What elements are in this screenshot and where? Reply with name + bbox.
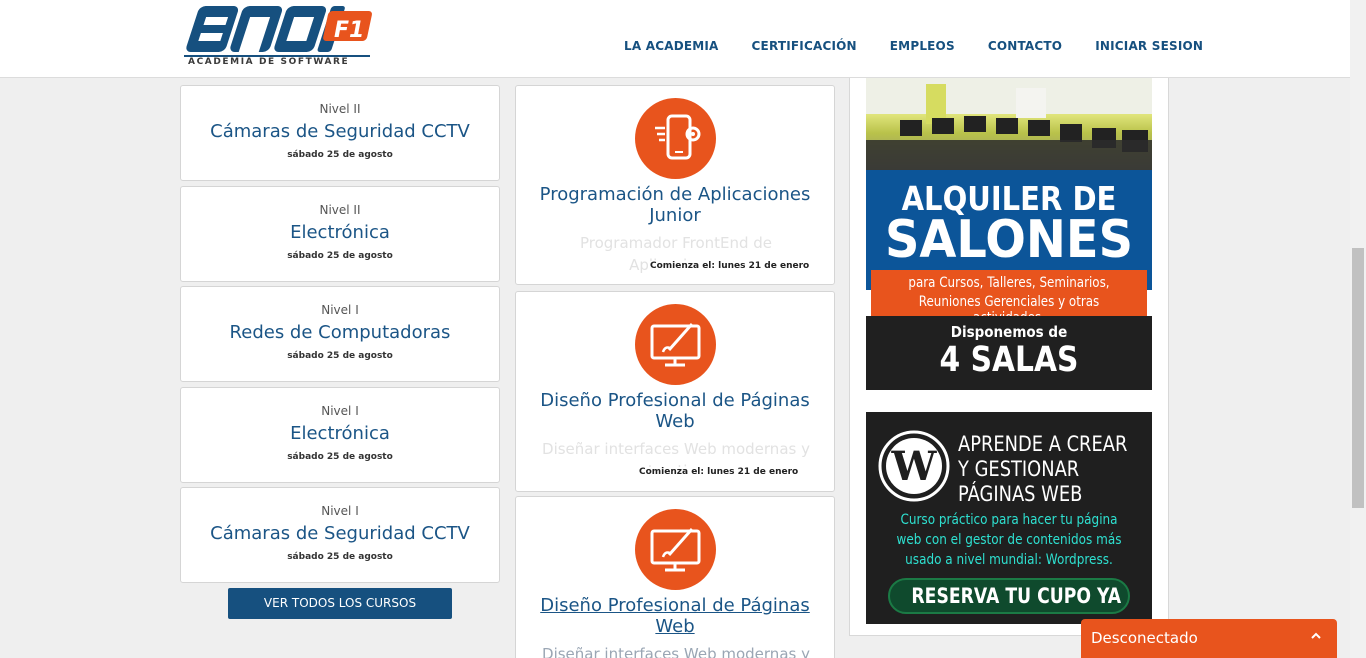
course-start-date: Comienza el: lunes 21 de enero — [637, 467, 799, 477]
course-title[interactable]: Electrónica — [181, 222, 499, 243]
course-date: sábado 25 de agosto — [287, 351, 393, 361]
upcoming-course-card[interactable]: Nivel II Cámaras de Seguridad CCTV sábad… — [180, 85, 500, 181]
course-title[interactable]: Electrónica — [181, 423, 499, 444]
view-all-courses-button[interactable]: VER TODOS LOS CURSOS — [228, 588, 452, 619]
course-date: sábado 25 de agosto — [287, 552, 393, 562]
course-level: Nivel I — [321, 303, 359, 317]
course-level: Nivel II — [319, 102, 361, 116]
nav-la-academia[interactable]: LA ACADEMIA — [624, 39, 719, 53]
ad-text: usado a nivel mundial: Wordpress. — [905, 552, 1113, 568]
course-level: Nivel I — [321, 504, 359, 518]
course-title[interactable]: Cámaras de Seguridad CCTV — [181, 523, 499, 544]
mobile-app-icon — [635, 98, 716, 179]
upcoming-course-card[interactable]: Nivel I Cámaras de Seguridad CCTV sábado… — [180, 487, 500, 583]
nav-empleos[interactable]: EMPLEOS — [890, 39, 955, 53]
monitor-design-icon — [635, 304, 716, 385]
nav-iniciar-sesion[interactable]: INICIAR SESION — [1095, 39, 1203, 53]
reserve-button[interactable]: RESERVA TU CUPO YA — [888, 578, 1130, 614]
upcoming-course-card[interactable]: Nivel I Redes de Computadoras sábado 25 … — [180, 286, 500, 382]
chevron-up-icon[interactable] — [1309, 629, 1323, 643]
course-start-date: Comienza el: lunes 21 de enero — [648, 261, 810, 271]
wordpress-ad-banner[interactable]: W APRENDE A CREAR Y GESTIONAR PÁGINAS WE… — [866, 412, 1152, 624]
course-level: Nivel II — [319, 203, 361, 217]
ad-subtitle: para Cursos, Talleres, Seminarios, — [908, 275, 1110, 291]
course-card[interactable]: Diseño Profesional de Páginas Web Diseña… — [515, 291, 835, 492]
wordpress-logo-icon: W — [878, 430, 950, 502]
logo-badge: F1 — [334, 18, 364, 43]
course-card[interactable]: Programación de Aplicaciones Junior Prog… — [515, 85, 835, 285]
page-scrollbar[interactable] — [1350, 0, 1366, 658]
course-title[interactable]: Diseño Profesional de Páginas Web — [526, 390, 824, 432]
course-date: sábado 25 de agosto — [287, 251, 393, 261]
scrollbar-thumb[interactable] — [1352, 248, 1364, 508]
monitor-design-icon — [635, 509, 716, 590]
upcoming-course-card[interactable]: Nivel II Electrónica sábado 25 de agosto — [180, 186, 500, 282]
ad-text: Curso práctico para hacer tu página — [900, 512, 1118, 528]
classroom-photo — [866, 78, 1152, 170]
ad-heading: PÁGINAS WEB — [958, 482, 1083, 506]
ad-footer-large: 4 SALAS — [939, 340, 1079, 380]
ad-heading: APRENDE A CREAR — [958, 432, 1128, 456]
ad-title-large: SALONES — [884, 210, 1134, 270]
course-description: Diseñar interfaces Web modernas y — [542, 645, 810, 658]
course-date: sábado 25 de agosto — [287, 150, 393, 160]
course-title[interactable]: Cámaras de Seguridad CCTV — [181, 121, 499, 142]
nav-certificacion[interactable]: CERTIFICACIÓN — [752, 39, 857, 53]
upcoming-course-card[interactable]: Nivel I Electrónica sábado 25 de agosto — [180, 387, 500, 483]
course-date: sábado 25 de agosto — [287, 452, 393, 462]
ad-text: web con el gestor de contenidos más — [896, 532, 1122, 548]
ad-heading: Y GESTIONAR — [958, 457, 1080, 481]
svg-text:W: W — [891, 443, 938, 490]
salones-ad-banner[interactable]: ALQUILER DE SALONES para Cursos, Tallere… — [866, 78, 1152, 390]
logo-tagline: ACADEMIA DE SOFTWARE — [188, 57, 350, 67]
course-level: Nivel I — [321, 404, 359, 418]
chat-status-label: Desconectado — [1091, 629, 1198, 647]
site-header: F1 ACADEMIA DE SOFTWARE LA ACADEMIA CERT… — [0, 0, 1350, 78]
chat-widget[interactable]: Desconectado — [1081, 619, 1337, 658]
ad-footer: Disponemos de — [950, 323, 1068, 341]
course-card[interactable]: Diseño Profesional de Páginas Web Diseña… — [515, 496, 835, 658]
course-title[interactable]: Redes de Computadoras — [181, 322, 499, 343]
nav-contacto[interactable]: CONTACTO — [988, 39, 1062, 53]
main-nav: LA ACADEMIA CERTIFICACIÓN EMPLEOS CONTAC… — [624, 39, 1203, 53]
course-title[interactable]: Diseño Profesional de Páginas Web — [526, 595, 824, 637]
course-title[interactable]: Programación de Aplicaciones Junior — [526, 184, 824, 226]
